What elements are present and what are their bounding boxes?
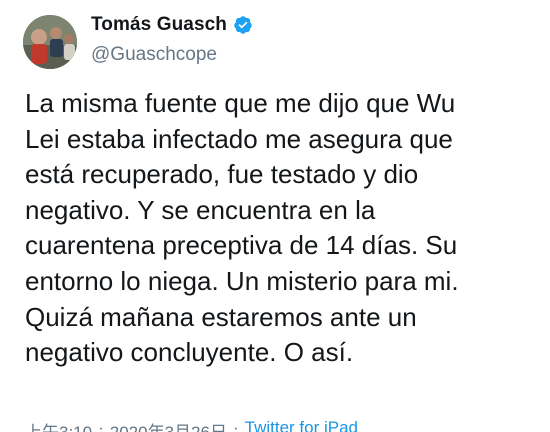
tweet-meta: 上午3:10 · 2020年3月26日 · Twitter for iPad [25, 418, 358, 432]
tweet-line: está recuperado, fue testado y dio [25, 159, 419, 190]
tweet-date[interactable]: 2020年3月26日 [110, 418, 227, 432]
avatar[interactable] [23, 15, 77, 69]
verified-badge-icon [233, 15, 253, 35]
tweet-line: Quizá mañana estaremos ante un [25, 301, 417, 332]
tweet-line: cuarentena preceptiva de 14 días. Su [25, 230, 458, 261]
author-name-row[interactable]: Tomás Guasch [91, 14, 253, 36]
tweet-text: La misma fuente que me dijo que Wu Lei e… [25, 86, 530, 371]
display-name[interactable]: Tomás Guasch [91, 14, 227, 36]
tweet-card: Tomás Guasch @Guaschcope La misma fuente… [0, 0, 550, 432]
tweet-line: Lei estaba infectado me asegura que [25, 123, 453, 154]
tweet-line: entorno lo niega. Un misterio para mi. [25, 265, 459, 296]
tweet-source-link[interactable]: Twitter for iPad [245, 418, 358, 432]
meta-separator: · [232, 418, 239, 432]
tweet-line: negativo. Y se encuentra en la [25, 194, 376, 225]
meta-separator: · [98, 418, 104, 432]
tweet-time[interactable]: 上午3:10 [25, 418, 92, 432]
avatar-image [23, 15, 77, 69]
tweet-line: negativo concluyente. O así. [25, 337, 354, 368]
tweet-line: La misma fuente que me dijo que Wu [25, 88, 456, 118]
author-handle[interactable]: @Guaschcope [91, 44, 217, 66]
